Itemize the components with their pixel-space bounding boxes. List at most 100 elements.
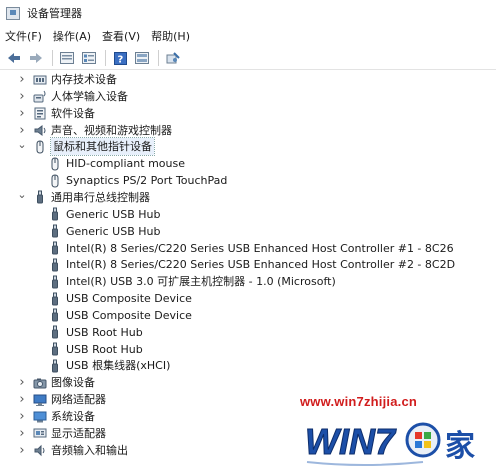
tree-device[interactable]: Intel(R) 8 Series/C220 Series USB Enhanc… [32, 240, 454, 257]
tree-item-label: 内存技术设备 [51, 73, 117, 86]
tree-item-label: 鼠标和其他指针设备 [50, 137, 155, 157]
menu-file[interactable]: 文件(F) [0, 28, 47, 46]
tree-item-label: 人体学输入设备 [51, 89, 128, 103]
tree-item-label: 通用串行总线控制器 [51, 190, 150, 204]
software-device-icon [33, 107, 47, 120]
watermark: www.win7zhijia.cn WIN7 家 [300, 392, 496, 473]
collapse-chevron-icon[interactable]: ⌄ [17, 186, 27, 203]
expand-chevron-icon[interactable]: › [17, 374, 27, 391]
tree-device[interactable]: Generic USB Hub [32, 223, 160, 240]
tree-category[interactable]: › 软件设备 [17, 105, 95, 122]
mouse-icon [48, 174, 62, 188]
usb-icon [48, 308, 62, 322]
watermark-url: www.win7zhijia.cn [300, 394, 418, 409]
view-icon[interactable] [134, 50, 150, 66]
usb-icon [48, 224, 62, 238]
tree-device[interactable]: Intel(R) USB 3.0 可扩展主机控制器 - 1.0 (Microso… [32, 273, 336, 290]
expand-chevron-icon[interactable]: › [17, 88, 27, 105]
back-icon[interactable] [6, 50, 22, 66]
tree-item-label: USB Root Hub [66, 325, 143, 339]
tree-item-label: USB Composite Device [66, 308, 192, 322]
win7-logo-icon: WIN7 家 [305, 421, 475, 466]
tree-device[interactable]: USB Root Hub [32, 341, 143, 358]
tree-category[interactable]: › 网络适配器 [17, 391, 106, 408]
details-icon[interactable] [81, 50, 97, 66]
usb-icon [48, 292, 62, 306]
expand-chevron-icon[interactable]: › [17, 425, 27, 442]
collapse-chevron-icon[interactable]: ⌄ [17, 136, 27, 153]
tree-category[interactable]: › 音频输入和输出 [17, 442, 128, 459]
tree-device[interactable]: Synaptics PS/2 Port TouchPad [32, 172, 227, 189]
properties-icon[interactable] [59, 50, 75, 66]
expand-chevron-icon[interactable]: › [17, 408, 27, 425]
forward-icon[interactable] [28, 50, 44, 66]
usb-icon [33, 190, 47, 204]
title-bar: 设备管理器 [0, 0, 496, 26]
tree-item-label: USB Root Hub [66, 342, 143, 356]
tree-device[interactable]: USB Composite Device [32, 307, 192, 324]
tree-category[interactable]: › 系统设备 [17, 408, 95, 425]
expand-chevron-icon[interactable]: › [17, 71, 27, 88]
tree-category[interactable]: › 图像设备 [17, 374, 95, 391]
tree-item-label: Intel(R) 8 Series/C220 Series USB Enhanc… [66, 258, 456, 272]
tree-device[interactable]: USB Composite Device [32, 290, 192, 307]
tree-item-label: 系统设备 [51, 410, 95, 423]
expand-chevron-icon[interactable]: › [17, 105, 27, 122]
usb-icon [48, 258, 62, 272]
tree-item-label: USB 根集线器(xHCI) [66, 359, 171, 373]
usb-icon [48, 241, 62, 255]
usb-icon [48, 342, 62, 356]
tree-item-label: 图像设备 [51, 376, 95, 390]
window-title: 设备管理器 [27, 7, 82, 20]
tree-item-label: Intel(R) 8 Series/C220 Series USB Enhanc… [66, 241, 454, 255]
toolbar-separator [158, 50, 159, 66]
speaker-icon [33, 124, 47, 137]
tree-item-label: USB Composite Device [66, 292, 192, 306]
tree-item-label: Intel(R) USB 3.0 可扩展主机控制器 - 1.0 (Microso… [66, 275, 336, 289]
device-manager-icon [6, 6, 20, 20]
tree-item-label: 网络适配器 [51, 393, 106, 407]
toolbar-separator [52, 50, 53, 66]
tree-category[interactable]: › 内存技术设备 [17, 71, 117, 88]
tree-category[interactable]: › 人体学输入设备 [17, 88, 128, 105]
tree-device[interactable]: HID-compliant mouse [32, 155, 185, 172]
tree-device[interactable]: USB Root Hub [32, 324, 143, 341]
toolbar: ? [0, 47, 496, 70]
tree-category[interactable]: ⌄ 通用串行总线控制器 [17, 186, 150, 206]
tree-item-label: 声音、视频和游戏控制器 [51, 123, 172, 137]
expand-chevron-icon[interactable]: › [17, 442, 27, 459]
svg-text:?: ? [117, 54, 123, 65]
menu-help[interactable]: 帮助(H) [146, 28, 195, 46]
tree-category[interactable]: › 显示适配器 [17, 425, 106, 442]
tree-item-label: 显示适配器 [51, 426, 106, 440]
tree-item-label: Generic USB Hub [66, 224, 161, 238]
scan-icon[interactable] [165, 50, 181, 66]
tree-device[interactable]: Generic USB Hub [32, 206, 160, 223]
tree-device[interactable]: USB 根集线器(xHCI) [32, 357, 170, 374]
audio-io-icon [33, 444, 47, 457]
tree-item-label: Synaptics PS/2 Port TouchPad [66, 174, 228, 188]
human-input-icon [33, 90, 47, 103]
display-adapter-icon [33, 427, 47, 440]
help-icon[interactable]: ? [112, 50, 128, 66]
menu-view[interactable]: 查看(V) [97, 28, 145, 46]
tree-category[interactable]: ⌄ 鼠标和其他指针设备 [17, 136, 155, 157]
logo-text: WIN7 [305, 421, 397, 462]
network-adapter-icon [33, 393, 47, 406]
tree-device[interactable]: Intel(R) 8 Series/C220 Series USB Enhanc… [32, 256, 455, 273]
menu-action[interactable]: 操作(A) [48, 28, 96, 46]
tree-category[interactable]: › 声音、视频和游戏控制器 [17, 122, 172, 139]
expand-chevron-icon[interactable]: › [17, 391, 27, 408]
usb-icon [48, 275, 62, 289]
usb-icon [48, 359, 62, 373]
menu-bar: 文件(F) 操作(A) 查看(V) 帮助(H) [0, 28, 496, 46]
